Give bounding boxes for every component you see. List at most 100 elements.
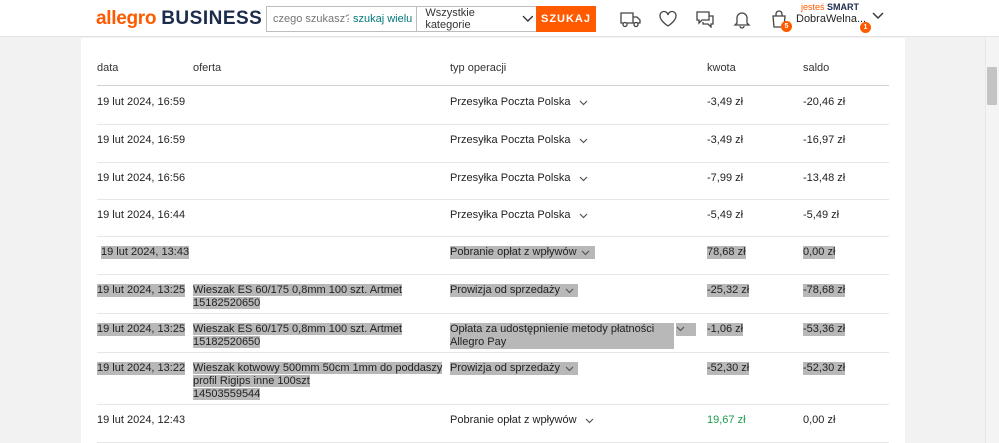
row-date: 19 lut 2024, 13:22 — [97, 362, 186, 375]
search-button[interactable]: SZUKAJ — [536, 6, 596, 32]
row-type[interactable]: Pobranie opłat z wpływów — [450, 414, 695, 427]
row-date: 19 lut 2024, 13:43 — [101, 246, 190, 259]
top-bar: allegroBUSINESS szukaj wielu Wszystkie k… — [0, 0, 999, 37]
chevron-down-icon — [872, 12, 884, 19]
header-icons: 5 — [612, 8, 797, 32]
allegro-business-logo[interactable]: allegro BUSINESS — [96, 8, 262, 30]
row-amount: -5,49 zł — [707, 209, 744, 221]
category-value: Wszystkie kategorie — [425, 7, 475, 31]
header-type: typ operacji — [450, 62, 507, 74]
row-date: 19 lut 2024, 16:59 — [97, 96, 186, 108]
cart-count-badge: 5 — [781, 21, 792, 32]
row-balance: -78,68 zł — [803, 284, 846, 297]
row-date: 19 lut 2024, 13:25 — [97, 284, 186, 297]
row-offer-id: 15182520650 — [193, 297, 261, 309]
row-date: 19 lut 2024, 16:56 — [97, 172, 186, 184]
table-row: 19 lut 2024, 16:44 Przesyłka Poczta Pols… — [97, 200, 889, 237]
scrollbar-thumb[interactable] — [987, 67, 997, 105]
row-offer-title: Wieszak ES 60/175 0,8mm 100 szt. Artmet — [193, 323, 403, 335]
messages-icon[interactable] — [686, 8, 723, 30]
row-type[interactable]: Przesyłka Poczta Polska — [450, 134, 695, 147]
chevron-down-icon[interactable] — [574, 172, 592, 185]
table-row: 19 lut 2024, 12:43 Pobranie opłat z wpły… — [97, 405, 889, 443]
table-row: 19 lut 2024, 16:59 Przesyłka Poczta Pols… — [97, 87, 889, 125]
row-date: 19 lut 2024, 12:43 — [97, 414, 186, 426]
billing-panel: data oferta typ operacji kwota saldo 19 … — [81, 38, 905, 443]
header-offer: oferta — [193, 62, 222, 74]
table-row: 19 lut 2024, 13:22 Wieszak kotwowy 500mm… — [97, 353, 889, 405]
row-offer[interactable]: Wieszak ES 60/175 0,8mm 100 szt. Artmet … — [193, 284, 443, 310]
table-header: data oferta typ operacji kwota saldo — [97, 62, 889, 86]
chevron-down-icon[interactable] — [576, 246, 595, 259]
row-amount: -52,30 zł — [707, 362, 750, 375]
row-type[interactable]: Prowizja od sprzedaży — [450, 284, 695, 297]
row-offer-title: Wieszak ES 60/175 0,8mm 100 szt. Artmet — [193, 284, 403, 296]
user-menu[interactable]: jesteś SMART DobraWelna... 1 — [796, 2, 888, 34]
header-amount: kwota — [707, 62, 736, 74]
row-type[interactable]: Prowizja od sprzedaży — [450, 362, 695, 375]
row-type[interactable]: Przesyłka Poczta Polska — [450, 172, 695, 185]
row-type[interactable]: Pobranie opłat z wpływów — [450, 246, 695, 259]
table-row: 19 lut 2024, 16:59 Przesyłka Poczta Pols… — [97, 125, 889, 163]
row-type-label: Pobranie opłat z wpływów — [450, 414, 577, 426]
row-date: 19 lut 2024, 13:25 — [97, 323, 186, 336]
row-balance: 0,00 zł — [803, 414, 836, 426]
row-balance: -5,49 zł — [803, 209, 840, 221]
smart-word: SMART — [827, 2, 860, 12]
category-select[interactable]: Wszystkie kategorie — [417, 7, 539, 31]
user-notification-badge: 1 — [860, 22, 871, 33]
row-type-label: Przesyłka Poczta Polska — [450, 209, 571, 221]
row-offer[interactable]: Wieszak kotwowy 500mm 50cm 1mm do poddas… — [193, 362, 443, 401]
row-balance: -52,30 zł — [803, 362, 846, 375]
row-offer-id: 14503559544 — [193, 388, 261, 400]
chevron-down-icon[interactable] — [574, 209, 592, 222]
row-type[interactable]: Opłata za udostępnienie metody płatności… — [450, 323, 696, 349]
chevron-down-icon[interactable] — [574, 96, 592, 109]
row-balance: -53,36 zł — [803, 323, 846, 336]
logo-allegro: allegro — [96, 8, 157, 29]
chevron-down-icon[interactable] — [574, 134, 592, 147]
chevron-down-icon[interactable] — [581, 414, 599, 427]
row-type-label: Opłata za udostępnienie metody płatności… — [450, 323, 674, 349]
row-date: 19 lut 2024, 16:44 — [97, 209, 186, 221]
table-row: 19 lut 2024, 13:25 Wieszak ES 60/175 0,8… — [97, 275, 889, 314]
header-date: data — [97, 62, 119, 74]
bell-icon[interactable] — [723, 8, 760, 30]
smart-status: jesteś SMART — [796, 2, 888, 12]
logo-business: BUSINESS — [161, 8, 263, 29]
row-balance: 0,00 zł — [803, 246, 836, 259]
row-offer-id: 15182520650 — [193, 336, 261, 348]
row-amount: -25,32 zł — [707, 284, 750, 297]
row-balance: -16,97 zł — [803, 134, 846, 146]
table-row: 19 lut 2024, 16:56 Przesyłka Poczta Pols… — [97, 163, 889, 200]
search-bar: szukaj wielu Wszystkie kategorie SZUKAJ — [266, 6, 596, 32]
delivery-truck-icon[interactable] — [612, 8, 649, 30]
row-amount: 19,67 zł — [707, 414, 746, 426]
row-amount: -1,06 zł — [707, 323, 744, 336]
heart-icon[interactable] — [649, 8, 686, 30]
row-type-label: Przesyłka Poczta Polska — [450, 172, 571, 184]
row-balance: -20,46 zł — [803, 96, 846, 108]
row-type-label: Pobranie opłat z wpływów — [450, 246, 577, 259]
chevron-down-icon[interactable] — [676, 323, 696, 336]
cart-icon[interactable]: 5 — [760, 8, 797, 32]
row-type[interactable]: Przesyłka Poczta Polska — [450, 96, 695, 109]
chevron-down-icon[interactable] — [560, 284, 579, 297]
row-amount: -3,49 zł — [707, 96, 744, 108]
row-type[interactable]: Przesyłka Poczta Polska — [450, 209, 695, 222]
chevron-down-icon — [522, 15, 533, 22]
header-balance: saldo — [803, 62, 830, 74]
row-type-label: Przesyłka Poczta Polska — [450, 96, 571, 108]
row-amount: -7,99 zł — [707, 172, 744, 184]
row-type-label: Prowizja od sprzedaży — [450, 284, 561, 297]
row-offer[interactable]: Wieszak ES 60/175 0,8mm 100 szt. Artmet … — [193, 323, 443, 349]
search-many-link[interactable]: szukaj wielu — [349, 7, 418, 31]
chevron-down-icon[interactable] — [560, 362, 579, 375]
row-amount: 78,68 zł — [707, 246, 746, 259]
row-amount: -3,49 zł — [707, 134, 744, 146]
table-row: 19 lut 2024, 13:43 Pobranie opłat z wpły… — [97, 237, 889, 275]
search-input[interactable] — [267, 7, 349, 31]
row-offer-title: Wieszak kotwowy 500mm 50cm 1mm do poddas… — [193, 362, 443, 387]
table-row: 19 lut 2024, 13:25 Wieszak ES 60/175 0,8… — [97, 314, 889, 353]
row-date: 19 lut 2024, 16:59 — [97, 134, 186, 146]
